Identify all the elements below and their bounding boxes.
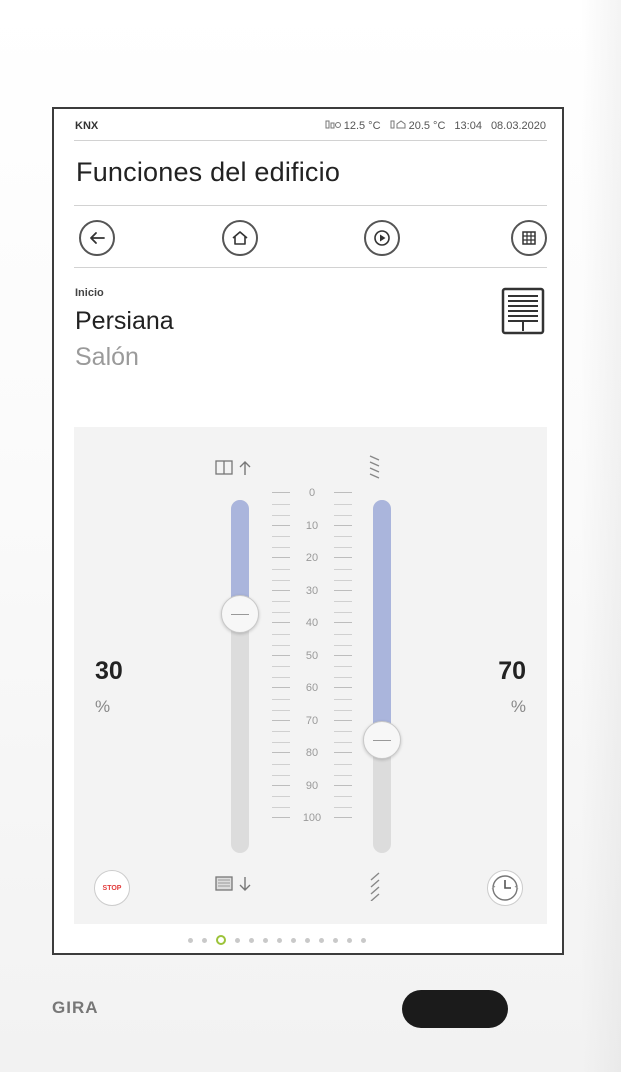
page-indicator[interactable] — [188, 934, 366, 946]
scale-tick: 50 — [252, 650, 372, 662]
scale-tick: 80 — [252, 747, 372, 759]
page-dot[interactable] — [202, 937, 207, 943]
page-dot[interactable] — [291, 937, 296, 943]
nav-bar — [74, 217, 547, 261]
position-value: 30 — [95, 657, 123, 685]
page-dot[interactable] — [347, 937, 352, 943]
position-unit: % — [95, 697, 111, 716]
outdoor-temp: 12.5 °C — [325, 120, 381, 132]
scale-tick: 30 — [252, 585, 372, 597]
indoor-temp: 20.5 °C — [390, 120, 445, 132]
scale-minor-tick — [272, 774, 352, 776]
device-name: Persiana — [75, 307, 174, 335]
clock-icon — [491, 875, 519, 901]
blind-control-panel: 30 % 70 % 0 10 20 30 40 50 60 70 80 90 1… — [74, 427, 547, 924]
date: 08.03.2020 — [490, 120, 546, 132]
breadcrumb[interactable]: Inicio — [75, 287, 104, 299]
divider — [74, 140, 547, 141]
slats-slider-fill — [373, 500, 391, 740]
page-dot[interactable] — [361, 937, 366, 943]
divider — [74, 205, 547, 206]
page-dot-active[interactable] — [216, 935, 226, 945]
scale-tick: 90 — [252, 780, 372, 792]
back-button[interactable] — [79, 220, 115, 256]
scale-minor-tick — [272, 536, 352, 538]
page-dot[interactable] — [188, 937, 193, 943]
scale-minor-tick — [272, 601, 352, 603]
home-icon — [232, 231, 248, 245]
scale-minor-tick — [272, 633, 352, 635]
divider — [74, 267, 547, 268]
scale-minor-tick — [272, 731, 352, 733]
scale-minor-tick — [272, 807, 352, 809]
time: 13:04 — [454, 120, 482, 132]
page-dot[interactable] — [319, 937, 324, 943]
slats-value: 70 — [498, 657, 526, 685]
scale-minor-tick — [272, 579, 352, 581]
outdoor-temperature-icon — [325, 120, 341, 129]
scale-minor-tick — [272, 547, 352, 549]
slats-closed-icon[interactable] — [367, 871, 383, 906]
page-dot[interactable] — [249, 937, 254, 943]
proximity-sensor — [402, 990, 508, 1028]
scale-minor-tick — [272, 698, 352, 700]
scale-minor-tick — [272, 796, 352, 798]
scale-tick: 40 — [252, 617, 372, 629]
back-arrow-icon — [90, 232, 105, 244]
scale-minor-tick — [272, 514, 352, 516]
page-dot[interactable] — [263, 937, 268, 943]
blind-open-up-icon[interactable] — [215, 459, 255, 482]
knx-label: KNX — [75, 120, 99, 132]
scale-minor-tick — [272, 763, 352, 765]
blind-closed-down-icon[interactable] — [215, 875, 255, 898]
scale-minor-tick — [272, 666, 352, 668]
touch-screen: KNX 12.5 °C 20.5 °C 13:04 08.03.2020 Fun… — [52, 107, 564, 955]
scale-tick: 20 — [252, 552, 372, 564]
scale-minor-tick — [272, 568, 352, 570]
page-title: Funciones del edificio — [76, 157, 341, 187]
scale-minor-tick — [272, 644, 352, 646]
indoor-temperature-icon — [390, 120, 406, 129]
scenes-button[interactable] — [364, 220, 400, 256]
scale-minor-tick — [272, 742, 352, 744]
percentage-scale: 0 10 20 30 40 50 60 70 80 90 100 — [252, 487, 372, 947]
grid-button[interactable] — [511, 220, 547, 256]
brand-logo: GIRA — [52, 998, 99, 1017]
home-button[interactable] — [222, 220, 258, 256]
scale-minor-tick — [272, 612, 352, 614]
scale-tick: 10 — [252, 520, 372, 532]
page-dot[interactable] — [235, 937, 240, 943]
blind-icon — [501, 287, 545, 340]
status-bar: KNX 12.5 °C 20.5 °C 13:04 08.03.2020 — [75, 119, 546, 137]
page-dot[interactable] — [333, 937, 338, 943]
scale-tick: 60 — [252, 682, 372, 694]
slats-open-icon[interactable] — [367, 453, 383, 484]
scale-minor-tick — [272, 503, 352, 505]
page-dot[interactable] — [305, 937, 310, 943]
slats-unit: % — [510, 697, 526, 716]
stop-button[interactable]: STOP — [94, 870, 130, 906]
device-frame: KNX 12.5 °C 20.5 °C 13:04 08.03.2020 Fun… — [0, 0, 621, 1072]
page-dot[interactable] — [277, 937, 282, 943]
scale-minor-tick — [272, 709, 352, 711]
scale-tick: 100 — [252, 812, 372, 824]
scale-tick: 0 — [252, 487, 372, 499]
scale-minor-tick — [272, 677, 352, 679]
timer-button[interactable] — [487, 870, 523, 906]
room-name: Salón — [75, 343, 139, 371]
scale-tick: 70 — [252, 715, 372, 727]
play-scene-icon — [374, 230, 390, 246]
slats-slider-handle[interactable] — [363, 720, 401, 759]
grid-icon — [522, 231, 536, 245]
